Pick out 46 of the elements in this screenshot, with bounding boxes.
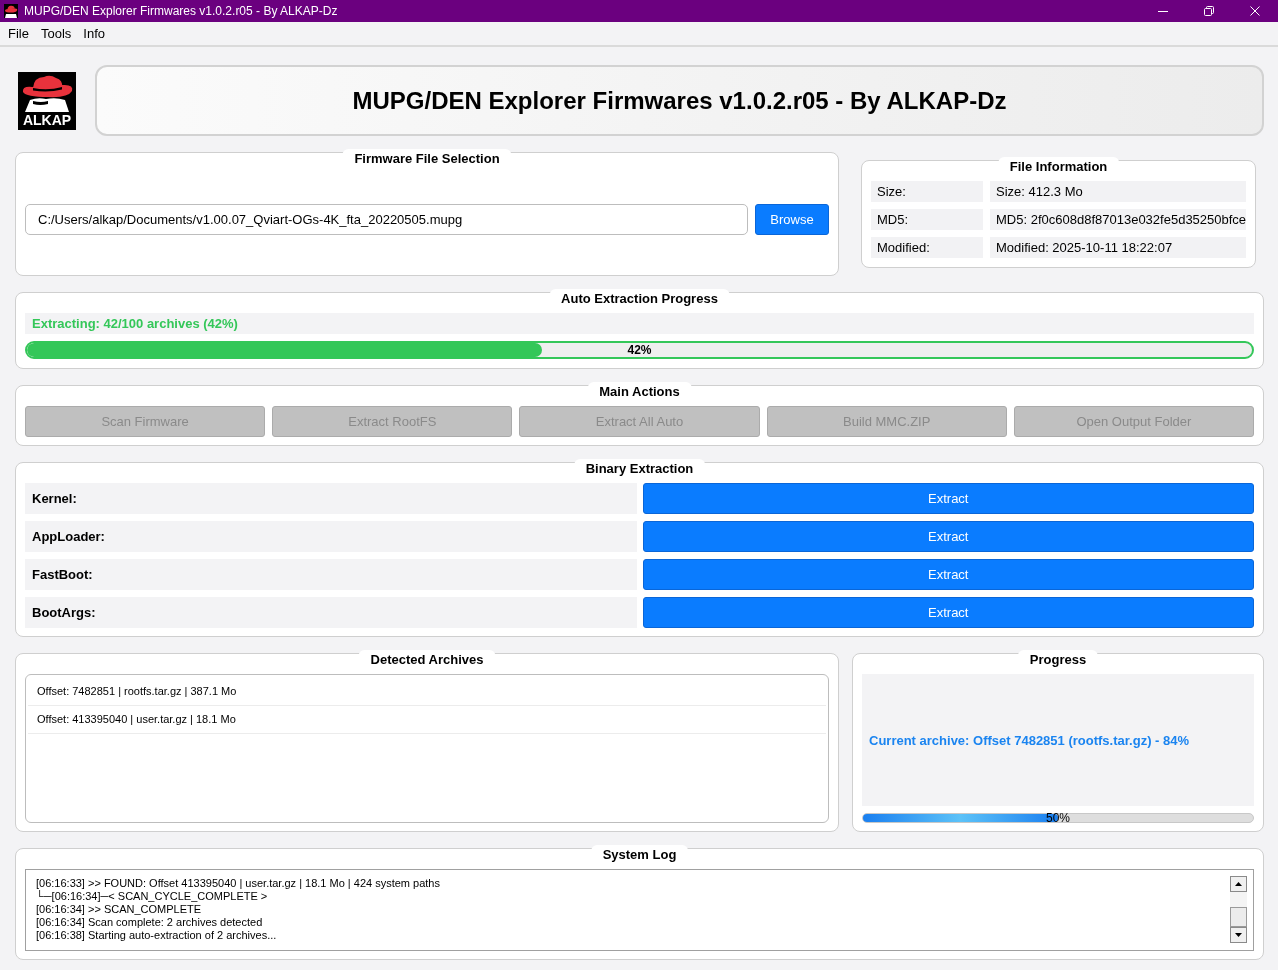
info-value: Size: 412.3 Mo — [990, 181, 1247, 202]
info-label: Modified: — [871, 237, 983, 258]
restore-icon — [1204, 6, 1214, 16]
extract-button[interactable]: Extract — [642, 483, 1254, 514]
menu-item[interactable]: File — [2, 24, 35, 43]
app-title-banner: MUPG/DEN Explorer Firmwares v1.0.2.r05 - By ALKAP-Dz — [95, 65, 1264, 136]
info-label: Size: — [871, 181, 983, 202]
info-label: MD5: — [871, 209, 983, 230]
log-line: └─[06:16:34]─< SCAN_CYCLE_COMPLETE > — [36, 890, 268, 903]
extract-button[interactable]: Extract — [642, 597, 1254, 628]
extraction-status: Extracting: 42/100 archives (42%) — [25, 313, 1254, 334]
log-line: [06:16:34] >> SCAN_COMPLETE — [36, 903, 203, 916]
scroll-up-button[interactable] — [1230, 876, 1247, 892]
minimize-icon — [1158, 10, 1168, 12]
panel-title: Progress — [1017, 650, 1099, 670]
close-icon — [1250, 6, 1260, 16]
file-path-field[interactable]: C:/Users/alkap/Documents/v1.00.07_Qviart-OGs-4K_fta_20220505.mupg — [25, 203, 748, 235]
binary-name-label: AppLoader: — [25, 521, 637, 552]
extract-button[interactable]: Extract — [642, 559, 1254, 590]
app-icon — [4, 4, 18, 18]
archive-list-item[interactable]: Offset: 7482851 | rootfs.tar.gz | 387.1 Mo — [28, 678, 826, 706]
window-title: MUPG/DEN Explorer Firmwares v1.0.2.r05 - By ALKAP-Dz — [24, 4, 338, 18]
caret-up-icon — [1235, 882, 1242, 886]
info-value: Modified: 2025-10-11 18:22:07 — [990, 237, 1247, 258]
menu-item[interactable]: Info — [77, 24, 111, 43]
info-value: MD5: 2f0c608d8f87013e032fe5d35250bfce — [990, 209, 1247, 230]
browse-button[interactable]: Browse — [755, 203, 829, 235]
log-line: [06:16:38] Starting auto-extraction of 2 archives... — [36, 929, 278, 942]
caret-down-icon — [1235, 933, 1242, 937]
binary-name-label: BootArgs: — [25, 597, 637, 628]
progress-percent: 42% — [627, 343, 652, 357]
menu-item[interactable]: Tools — [34, 24, 78, 43]
binary-name-label: Kernel: — [25, 483, 637, 514]
archive-list-item[interactable]: Offset: 413395040 | user.tar.gz | 18.1 Mo — [28, 706, 826, 734]
logo-text: ALKAP — [22, 111, 72, 128]
extract-button[interactable]: Extract — [642, 521, 1254, 552]
binary-name-label: FastBoot: — [25, 559, 637, 590]
log-line: [06:16:33] >> FOUND: Offset 413395040 | user.tar.gz | 18.1 Mo | 424 system paths — [36, 877, 441, 890]
log-line: [06:16:34] Scan complete: 2 archives detected — [36, 916, 264, 929]
scrollbar[interactable] — [1230, 876, 1247, 943]
current-archive-status: Current archive: Offset 7482851 (rootfs.tar.gz) - 84% — [862, 674, 1254, 806]
scroll-down-button[interactable] — [1230, 927, 1247, 943]
panel-title: Auto Extraction Progress — [549, 289, 730, 309]
panel-title: System Log — [590, 845, 689, 865]
scrollbar-thumb[interactable] — [1230, 907, 1247, 927]
panel-title: Binary Extraction — [573, 459, 706, 479]
